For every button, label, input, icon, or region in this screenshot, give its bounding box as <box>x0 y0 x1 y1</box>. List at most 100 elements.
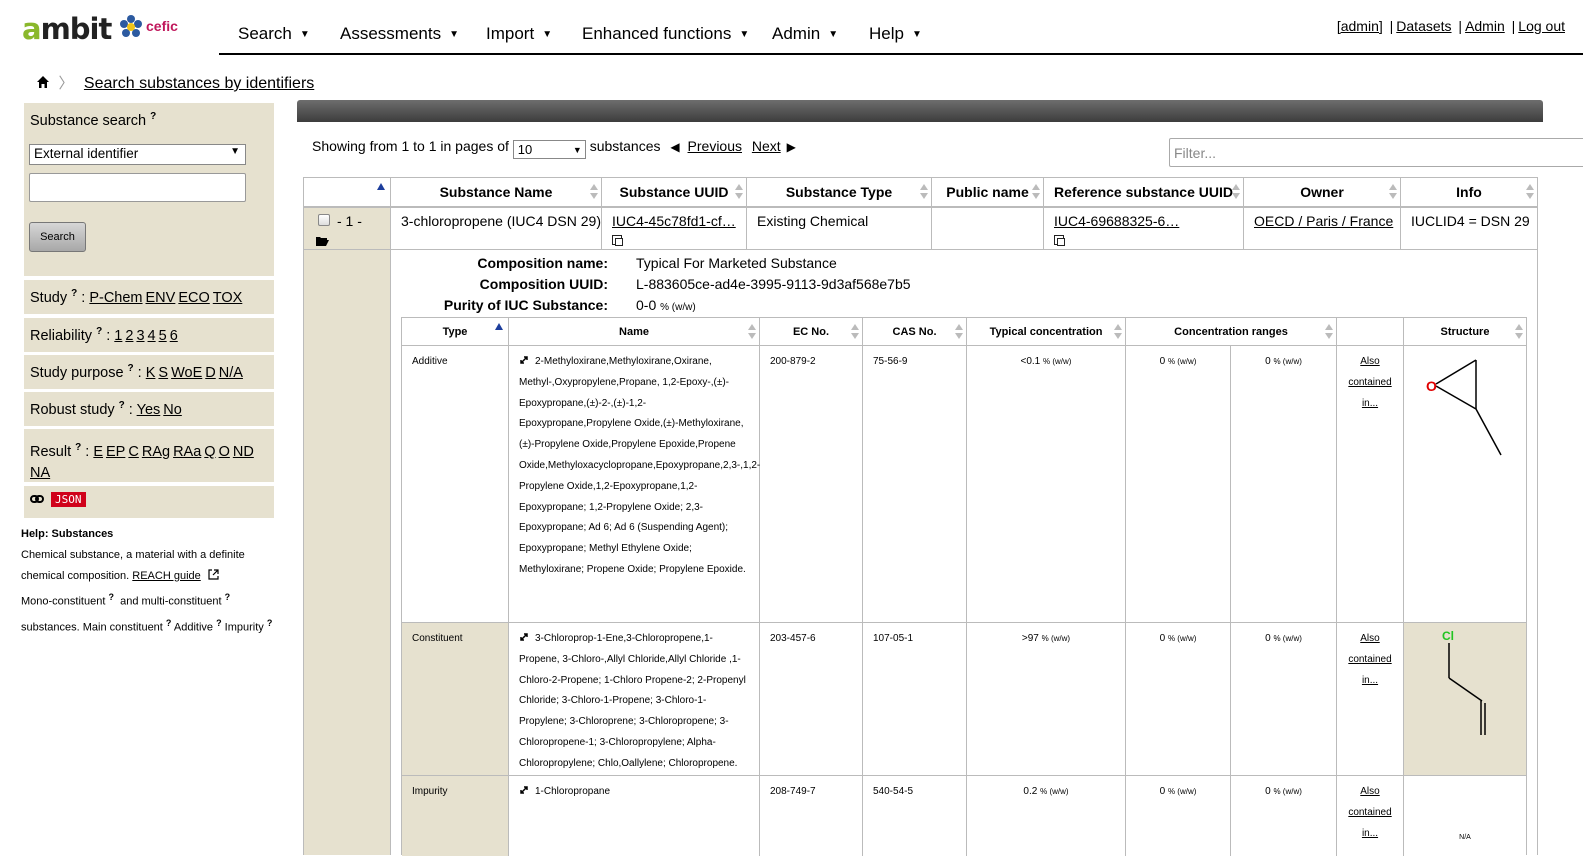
reliability-2-link[interactable]: 2 <box>125 328 133 344</box>
sub-header-type[interactable]: Type <box>402 318 509 346</box>
purpose-woe-link[interactable]: WoE <box>171 365 202 381</box>
link-icon[interactable] <box>519 632 529 642</box>
result-rag-link[interactable]: RAg <box>142 444 170 460</box>
also-contained-link[interactable]: Also contained in... <box>1348 356 1391 409</box>
help-mark[interactable]: ? <box>128 363 134 374</box>
help-mark[interactable]: ? <box>71 288 77 299</box>
breadcrumb-current[interactable]: Search substances by identifiers <box>84 75 314 92</box>
row-checkbox[interactable] <box>318 214 330 226</box>
copy-icon[interactable] <box>612 235 623 246</box>
sub-header-cas[interactable]: CAS No. <box>863 318 967 346</box>
filter-input[interactable]: Filter... <box>1169 138 1583 167</box>
result-nd-link[interactable]: ND <box>233 444 254 460</box>
purpose-d-link[interactable]: D <box>205 365 215 381</box>
nav-admin[interactable]: Admin ▼ <box>772 24 838 44</box>
chain-link-icon[interactable] <box>30 494 44 504</box>
select-column-header[interactable] <box>303 177 391 207</box>
result-o-link[interactable]: O <box>219 444 230 460</box>
caret-down-icon: ▼ <box>739 29 750 40</box>
help-mark[interactable]: ? <box>75 442 81 453</box>
also-contained-link[interactable]: Also contained in... <box>1348 786 1391 839</box>
reliability-1-link[interactable]: 1 <box>114 328 122 344</box>
sub-header-structure[interactable]: Structure <box>1404 318 1526 346</box>
datasets-link[interactable]: Datasets <box>1396 18 1451 34</box>
header-substance-uuid[interactable]: Substance UUID <box>601 177 747 207</box>
search-input[interactable] <box>29 173 246 202</box>
previous-link[interactable]: Previous <box>688 138 742 154</box>
owner-link[interactable]: OECD / Paris / France <box>1254 213 1393 229</box>
reliability-3-link[interactable]: 3 <box>136 328 144 344</box>
copy-icon[interactable] <box>1054 235 1065 246</box>
next-link[interactable]: Next <box>752 138 781 154</box>
header-info[interactable]: Info <box>1400 177 1538 207</box>
help-mark[interactable]: ? <box>96 326 102 337</box>
pager-showing-text: Showing from 1 to 1 in pages of <box>312 138 509 154</box>
also-contained-link[interactable]: Also contained in... <box>1348 633 1391 686</box>
previous-arrow-icon[interactable]: ◀ <box>670 140 679 154</box>
robust-yes-link[interactable]: Yes <box>137 402 161 418</box>
nav-enhanced-functions[interactable]: Enhanced functions ▼ <box>582 24 749 44</box>
reference-uuid-link[interactable]: IUC4-69688325-6… <box>1054 213 1179 229</box>
link-icon[interactable] <box>519 355 529 365</box>
purpose-na-link[interactable]: N/A <box>219 365 243 381</box>
nav-assessments[interactable]: Assessments ▼ <box>340 24 459 44</box>
nav-import[interactable]: Import ▼ <box>486 24 552 44</box>
header-owner[interactable]: Owner <box>1243 177 1401 207</box>
reliability-6-link[interactable]: 6 <box>170 328 178 344</box>
user-link[interactable]: [admin] <box>1337 18 1383 34</box>
study-eco-link[interactable]: ECO <box>178 290 209 306</box>
result-raa-link[interactable]: RAa <box>173 444 201 460</box>
admin-link[interactable]: Admin <box>1465 18 1505 34</box>
nav-admin-label: Admin <box>772 24 821 43</box>
comp-unit: % (w/w) <box>1273 787 1302 796</box>
comp-range-low-cell: 0 % (w/w) <box>1126 623 1231 775</box>
help-mark[interactable]: ? <box>150 111 156 122</box>
reach-guide-link[interactable]: REACH guide <box>132 570 200 582</box>
reliability-5-link[interactable]: 5 <box>159 328 167 344</box>
sub-header-typical[interactable]: Typical concentration <box>967 318 1126 346</box>
reliability-4-link[interactable]: 4 <box>148 328 156 344</box>
header-substance-type[interactable]: Substance Type <box>746 177 932 207</box>
help-mark[interactable]: ? <box>119 400 125 411</box>
purpose-s-link[interactable]: S <box>158 365 168 381</box>
header-reference-uuid[interactable]: Reference substance UUID <box>1043 177 1244 207</box>
header-public-name[interactable]: Public name <box>931 177 1044 207</box>
result-na-link[interactable]: NA <box>30 465 50 481</box>
sub-header-ranges[interactable]: Concentration ranges <box>1126 318 1337 346</box>
study-tox-link[interactable]: TOX <box>213 290 243 306</box>
study-env-link[interactable]: ENV <box>146 290 176 306</box>
help-mark[interactable]: ? <box>267 618 273 628</box>
search-button[interactable]: Search <box>29 222 86 252</box>
study-pchem-link[interactable]: P-Chem <box>89 290 142 306</box>
help-mark[interactable]: ? <box>216 618 222 628</box>
json-badge[interactable]: JSON <box>51 492 86 507</box>
link-icon[interactable] <box>519 785 529 795</box>
help-mark[interactable]: ? <box>108 592 114 602</box>
sub-header-ec[interactable]: EC No. <box>760 318 863 346</box>
next-arrow-icon[interactable]: ▶ <box>787 140 796 154</box>
home-icon[interactable] <box>36 75 50 89</box>
nav-help[interactable]: Help ▼ <box>869 24 922 44</box>
sub-header-name[interactable]: Name <box>509 318 760 346</box>
sort-icon <box>955 324 963 340</box>
ambit-logo[interactable]: aambitmbit cefic <box>22 12 178 46</box>
help-mark[interactable]: ? <box>166 618 172 628</box>
result-c-link[interactable]: C <box>128 444 138 460</box>
result-e-link[interactable]: E <box>93 444 103 460</box>
sort-icon <box>1325 324 1333 340</box>
nav-search[interactable]: Search ▼ <box>238 24 310 44</box>
header-substance-name[interactable]: Substance Name <box>390 177 602 207</box>
caret-down-icon: ▼ <box>911 29 922 40</box>
purpose-k-link[interactable]: K <box>146 365 156 381</box>
robust-study-filter: Robust study ? : Yes No <box>24 392 274 426</box>
robust-no-link[interactable]: No <box>163 402 182 418</box>
result-ep-link[interactable]: EP <box>106 444 125 460</box>
sub-header-also[interactable] <box>1337 318 1404 346</box>
folder-open-icon[interactable] <box>316 236 329 246</box>
logout-link[interactable]: Log out <box>1518 18 1565 34</box>
help-mark[interactable]: ? <box>225 592 231 602</box>
substance-uuid-link[interactable]: IUC4-45c78fd1-cf… <box>612 213 736 229</box>
result-q-link[interactable]: Q <box>204 444 215 460</box>
identifier-type-select[interactable]: External identifier ▼ <box>29 144 246 165</box>
page-size-select[interactable]: 10 ▼ <box>512 140 586 159</box>
